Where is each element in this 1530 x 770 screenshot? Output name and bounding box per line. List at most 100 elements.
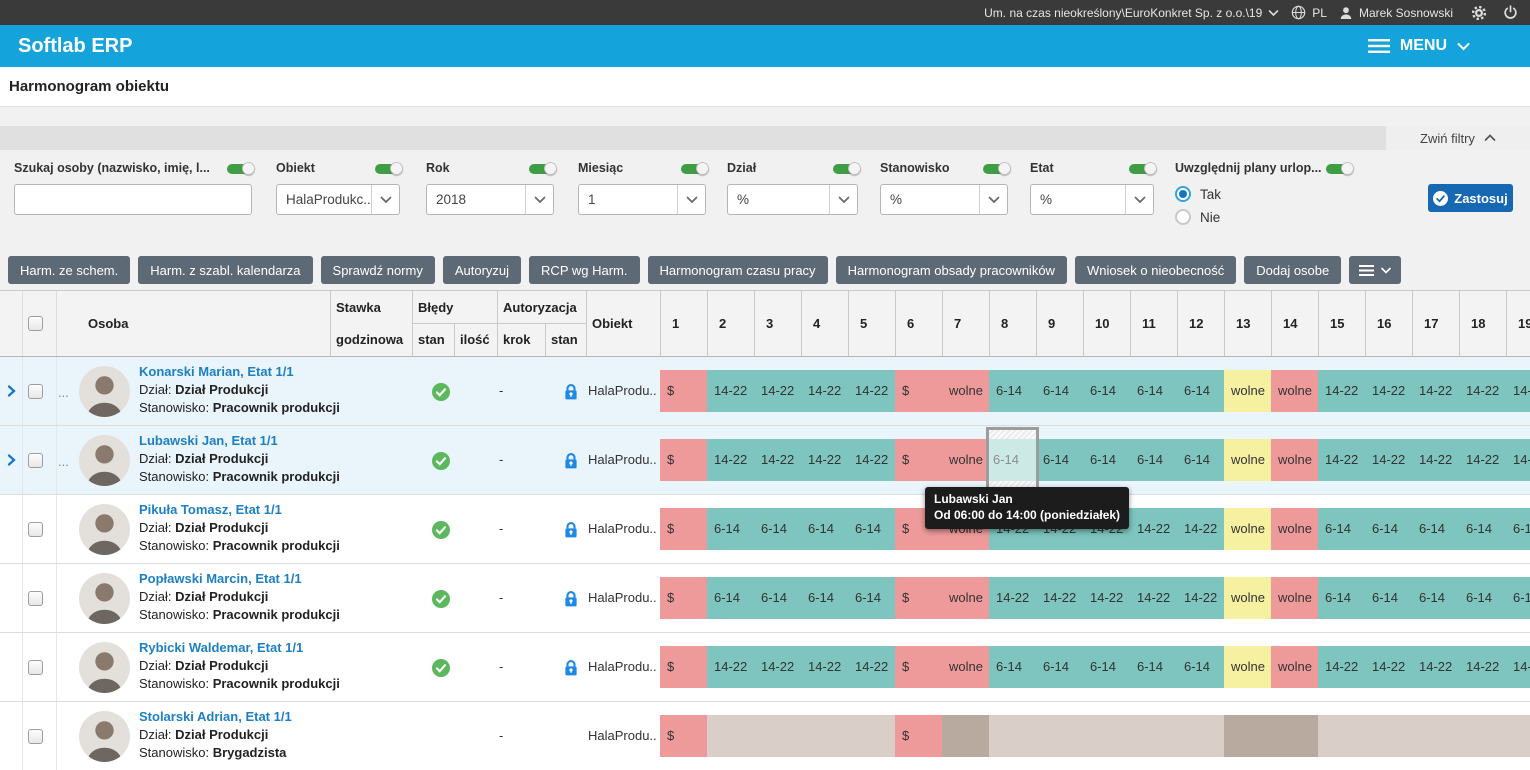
schedule-cell-day-15[interactable]: 14-22	[1318, 646, 1365, 688]
schedule-cell-day-1[interactable]: $	[660, 577, 707, 619]
schedule-cell-day-3[interactable]: 14-22	[754, 439, 801, 481]
schedule-cell-day-17[interactable]: 14-22	[1412, 370, 1459, 412]
row-checkbox[interactable]	[28, 384, 43, 399]
person-name-link[interactable]: Lubawski Jan, Etat 1/1	[139, 433, 278, 448]
schedule-cell-day-14[interactable]: wolne	[1271, 508, 1318, 550]
contract-context-selector[interactable]: Um. na czas nieokreślony\EuroKonkret Sp.…	[984, 6, 1279, 20]
schedule-cell-day-14[interactable]: wolne	[1271, 646, 1318, 688]
schedule-cell-day-9[interactable]	[1036, 715, 1083, 757]
row-checkbox[interactable]	[28, 660, 43, 675]
toolbar-button-3[interactable]: Sprawdź normy	[320, 256, 435, 284]
row-checkbox[interactable]	[28, 591, 43, 606]
filter-toggle-etat[interactable]	[1129, 162, 1157, 175]
schedule-cell-day-5[interactable]: 14-22	[848, 646, 895, 688]
filter-toggle-urlopy[interactable]	[1326, 162, 1354, 175]
schedule-cell-day-9[interactable]: 6-14	[1036, 370, 1083, 412]
filter-toggle-search-person[interactable]	[227, 162, 255, 175]
schedule-cell-day-11[interactable]: 14-22	[1130, 577, 1177, 619]
filter-toggle-dzial[interactable]	[833, 162, 861, 175]
expand-row-chevron-icon[interactable]	[5, 453, 18, 467]
filter-toggle-stanowisko[interactable]	[983, 162, 1011, 175]
filter-select-rok[interactable]: 2018	[426, 184, 554, 215]
schedule-cell-day-19[interactable]: 14-22	[1506, 646, 1530, 688]
schedule-cell-day-18[interactable]: 14-22	[1459, 646, 1506, 688]
schedule-cell-day-14[interactable]: wolne	[1271, 370, 1318, 412]
radio-selected-icon[interactable]	[1175, 186, 1191, 202]
schedule-cell-day-15[interactable]	[1318, 715, 1365, 757]
schedule-cell-day-14[interactable]: wolne	[1271, 577, 1318, 619]
person-name-link[interactable]: Rybicki Waldemar, Etat 1/1	[139, 640, 303, 655]
schedule-cell-day-2[interactable]: 14-22	[707, 439, 754, 481]
schedule-cell-day-7[interactable]: wolne	[942, 646, 989, 688]
filter-toggle-rok[interactable]	[529, 162, 557, 175]
schedule-cell-day-4[interactable]: 14-22	[801, 646, 848, 688]
schedule-cell-day-15[interactable]: 14-22	[1318, 439, 1365, 481]
schedule-cell-day-5[interactable]: 6-14	[848, 508, 895, 550]
toolbar-button-8[interactable]: Wniosek o nieobecność	[1074, 256, 1237, 284]
schedule-cell-day-18[interactable]: 6-14	[1459, 577, 1506, 619]
schedule-cell-day-12[interactable]: 6-14	[1177, 646, 1224, 688]
schedule-cell-day-7[interactable]: wolne	[942, 577, 989, 619]
user-menu[interactable]: Marek Sosnowski	[1339, 6, 1453, 20]
schedule-cell-day-18[interactable]: 14-22	[1459, 370, 1506, 412]
schedule-cell-day-19[interactable]: 6-14	[1506, 577, 1530, 619]
schedule-cell-day-13[interactable]	[1224, 715, 1271, 757]
schedule-cell-day-4[interactable]: 14-22	[801, 439, 848, 481]
schedule-cell-day-2[interactable]: 6-14	[707, 577, 754, 619]
schedule-cell-day-16[interactable]: 6-14	[1365, 508, 1412, 550]
schedule-cell-day-11[interactable]: 6-14	[1130, 439, 1177, 481]
schedule-cell-day-19[interactable]: 14-22	[1506, 439, 1530, 481]
settings-gear-icon[interactable]	[1471, 5, 1487, 21]
schedule-cell-day-16[interactable]	[1365, 715, 1412, 757]
schedule-cell-day-2[interactable]: 14-22	[707, 646, 754, 688]
schedule-cell-day-18[interactable]	[1459, 715, 1506, 757]
schedule-cell-day-3[interactable]: 14-22	[754, 370, 801, 412]
row-ellipsis[interactable]: ...	[58, 385, 69, 400]
toolbar-button-4[interactable]: Autoryzuj	[442, 256, 522, 284]
main-menu-button[interactable]: MENU	[1367, 37, 1470, 55]
row-checkbox[interactable]	[28, 729, 43, 744]
schedule-cell-day-14[interactable]	[1271, 715, 1318, 757]
schedule-cell-day-5[interactable]: 6-14	[848, 577, 895, 619]
schedule-cell-day-17[interactable]: 6-14	[1412, 508, 1459, 550]
schedule-cell-day-16[interactable]: 6-14	[1365, 577, 1412, 619]
person-name-link[interactable]: Popławski Marcin, Etat 1/1	[139, 571, 302, 586]
selected-schedule-cell[interactable]: 6-14	[986, 427, 1039, 490]
radio-option-nie[interactable]: Nie	[1175, 209, 1220, 225]
schedule-cell-day-6[interactable]: $	[895, 370, 942, 412]
schedule-cell-day-19[interactable]: 14-22	[1506, 370, 1530, 412]
schedule-cell-day-6[interactable]: $	[895, 715, 942, 757]
schedule-cell-day-10[interactable]: 6-14	[1083, 370, 1130, 412]
schedule-cell-day-10[interactable]: 14-22	[1083, 577, 1130, 619]
schedule-cell-day-15[interactable]: 6-14	[1318, 508, 1365, 550]
expand-row-chevron-icon[interactable]	[5, 384, 18, 398]
schedule-cell-day-12[interactable]	[1177, 715, 1224, 757]
schedule-cell-day-12[interactable]: 6-14	[1177, 370, 1224, 412]
schedule-cell-day-12[interactable]: 14-22	[1177, 508, 1224, 550]
schedule-cell-day-19[interactable]	[1506, 715, 1530, 757]
schedule-cell-day-4[interactable]: 6-14	[801, 577, 848, 619]
schedule-cell-day-16[interactable]: 14-22	[1365, 439, 1412, 481]
schedule-cell-day-12[interactable]: 6-14	[1177, 439, 1224, 481]
schedule-cell-day-19[interactable]: 6-14	[1506, 508, 1530, 550]
schedule-cell-day-17[interactable]: 6-14	[1412, 577, 1459, 619]
schedule-cell-day-7[interactable]	[942, 715, 989, 757]
search-input[interactable]	[14, 184, 252, 215]
schedule-cell-day-6[interactable]: $	[895, 646, 942, 688]
schedule-cell-day-14[interactable]: wolne	[1271, 439, 1318, 481]
schedule-cell-day-2[interactable]	[707, 715, 754, 757]
radio-unselected-icon[interactable]	[1175, 209, 1191, 225]
person-name-link[interactable]: Stolarski Adrian, Etat 1/1	[139, 709, 292, 724]
toolbar-button-7[interactable]: Harmonogram obsady pracowników	[835, 256, 1067, 284]
filter-toggle-obiekt[interactable]	[375, 162, 403, 175]
schedule-cell-day-8[interactable]: 14-22	[989, 577, 1036, 619]
row-checkbox[interactable]	[28, 522, 43, 537]
schedule-cell-day-12[interactable]: 14-22	[1177, 577, 1224, 619]
schedule-cell-day-3[interactable]: 6-14	[754, 577, 801, 619]
language-selector[interactable]: PL	[1291, 5, 1327, 20]
schedule-cell-day-9[interactable]: 6-14	[1036, 646, 1083, 688]
toolbar-button-2[interactable]: Harm. z szabl. kalendarza	[138, 256, 313, 284]
filter-select-obiekt[interactable]: HalaProdukc...	[276, 184, 400, 215]
schedule-cell-day-11[interactable]	[1130, 715, 1177, 757]
schedule-cell-day-15[interactable]: 6-14	[1318, 577, 1365, 619]
